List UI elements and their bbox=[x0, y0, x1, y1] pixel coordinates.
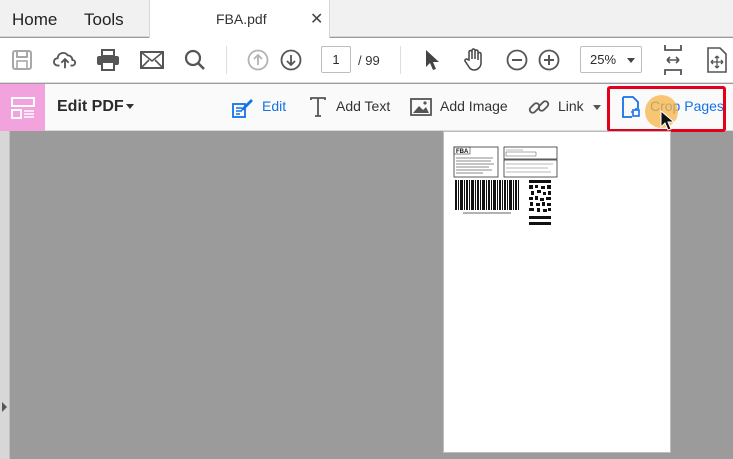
zoom-value: 25% bbox=[590, 52, 617, 67]
tab-home[interactable]: Home bbox=[12, 10, 57, 30]
zoom-select[interactable]: 25% bbox=[580, 46, 642, 73]
hand-tool-icon[interactable] bbox=[462, 48, 486, 72]
page-total: / 99 bbox=[358, 53, 380, 68]
chevron-down-icon bbox=[126, 104, 134, 109]
tab-bar: Home Tools FBA.pdf ✕ bbox=[0, 0, 733, 38]
prev-page-icon[interactable] bbox=[246, 48, 270, 72]
zoom-out-icon[interactable] bbox=[505, 48, 529, 72]
link-icon[interactable] bbox=[528, 95, 550, 119]
add-text-button[interactable]: Add Text bbox=[336, 98, 390, 114]
tab-document-title: FBA.pdf bbox=[216, 11, 267, 27]
toolbar-divider bbox=[400, 46, 401, 74]
zoom-in-icon[interactable] bbox=[537, 48, 561, 72]
next-page-icon[interactable] bbox=[279, 48, 303, 72]
chevron-down-icon[interactable] bbox=[593, 105, 601, 110]
main-toolbar: 1 / 99 25% bbox=[0, 38, 733, 83]
email-icon[interactable] bbox=[140, 48, 164, 72]
navigation-pane-toggle[interactable] bbox=[0, 131, 10, 459]
save-icon[interactable] bbox=[10, 48, 34, 72]
search-icon[interactable] bbox=[183, 48, 207, 72]
close-tab-icon[interactable]: ✕ bbox=[310, 9, 323, 29]
edit-button[interactable]: Edit bbox=[262, 98, 286, 114]
add-text-icon[interactable] bbox=[307, 95, 329, 119]
edit-text-image-icon[interactable] bbox=[232, 95, 254, 119]
cloud-upload-icon[interactable] bbox=[53, 48, 77, 72]
edit-pdf-menu[interactable]: Edit PDF bbox=[57, 98, 124, 116]
tab-document[interactable]: FBA.pdf ✕ bbox=[149, 0, 330, 38]
mouse-cursor-icon bbox=[660, 109, 676, 132]
select-cursor-icon[interactable] bbox=[420, 48, 444, 72]
edit-pdf-tool-icon[interactable] bbox=[0, 84, 45, 131]
print-icon[interactable] bbox=[96, 48, 120, 72]
add-image-icon[interactable] bbox=[410, 95, 432, 119]
page-number-input[interactable]: 1 bbox=[321, 46, 351, 73]
expand-arrow-icon[interactable] bbox=[2, 402, 7, 412]
add-image-button[interactable]: Add Image bbox=[440, 98, 508, 114]
link-button[interactable]: Link bbox=[558, 98, 584, 114]
label-header: FBA bbox=[456, 149, 469, 155]
fit-page-icon[interactable] bbox=[661, 44, 685, 76]
chevron-down-icon bbox=[627, 58, 635, 63]
toolbar-divider bbox=[226, 46, 227, 74]
full-screen-icon[interactable] bbox=[705, 46, 729, 74]
tab-tools[interactable]: Tools bbox=[84, 10, 124, 30]
pdf-page: FBA bbox=[443, 131, 671, 453]
fba-shipping-label: FBA bbox=[453, 146, 559, 230]
